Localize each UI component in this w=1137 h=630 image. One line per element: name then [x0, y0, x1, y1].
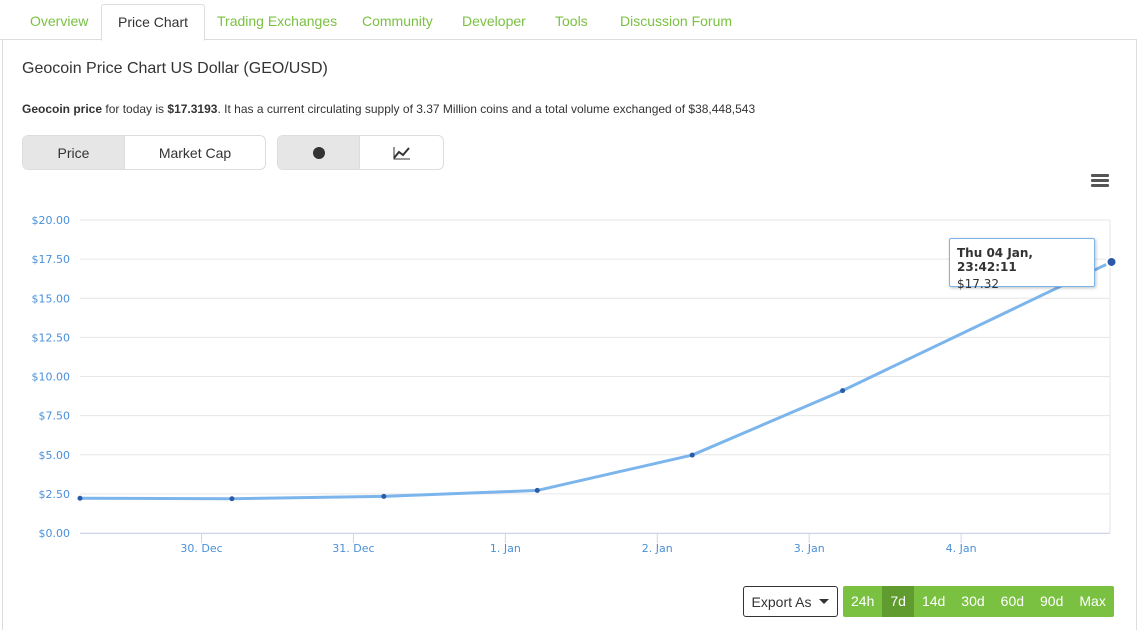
x-tick-label: 30. Dec: [180, 542, 222, 555]
y-tick-label: $20.00: [32, 214, 71, 227]
x-tick-label: 4. Jan: [946, 542, 977, 555]
caret-down-icon: [819, 599, 830, 604]
x-tick-label: 3. Jan: [794, 542, 825, 555]
x-tick-label: 2. Jan: [642, 542, 673, 555]
data-point: [534, 487, 540, 493]
range-90d-button[interactable]: 90d: [1032, 586, 1072, 617]
range-selector: 24h 7d 14d 30d 60d 90d Max: [843, 586, 1114, 617]
tooltip-date: Thu 04 Jan, 23:42:11: [957, 246, 1033, 274]
export-as-button[interactable]: Export As: [743, 586, 838, 617]
y-tick-label: $15.00: [32, 292, 71, 305]
range-60d-button[interactable]: 60d: [992, 586, 1033, 617]
tooltip-value: $17.32: [957, 277, 999, 291]
range-7d-button[interactable]: 7d: [882, 586, 914, 617]
y-tick-label: $10.00: [32, 371, 71, 384]
y-tick-label: $12.50: [32, 331, 71, 344]
range-30d-button[interactable]: 30d: [953, 586, 993, 617]
data-point: [77, 495, 83, 501]
y-tick-label: $17.50: [32, 253, 71, 266]
x-tick-label: 31. Dec: [332, 542, 374, 555]
hovered-data-point: [1105, 255, 1118, 268]
y-tick-label: $5.00: [39, 449, 71, 462]
price-series-line: [79, 260, 1113, 501]
chart-tooltip: Thu 04 Jan, 23:42:11 $17.32: [949, 238, 1095, 291]
range-14d-button[interactable]: 14d: [913, 586, 954, 617]
y-tick-label: $0.00: [39, 527, 71, 540]
x-tick-label: 1. Jan: [490, 542, 521, 555]
data-point: [381, 493, 387, 499]
range-max-button[interactable]: Max: [1071, 586, 1114, 617]
data-point: [840, 388, 846, 394]
export-label: Export As: [751, 593, 812, 610]
y-tick-label: $7.50: [39, 410, 71, 423]
data-point: [229, 496, 235, 502]
price-line-chart: $0.00 $2.50 $5.00 $7.50 $10.00 $12.50 $15.00 $1…: [32, 214, 1118, 555]
y-tick-label: $2.50: [39, 488, 71, 501]
range-24h-button[interactable]: 24h: [843, 586, 883, 617]
data-point: [689, 452, 695, 458]
